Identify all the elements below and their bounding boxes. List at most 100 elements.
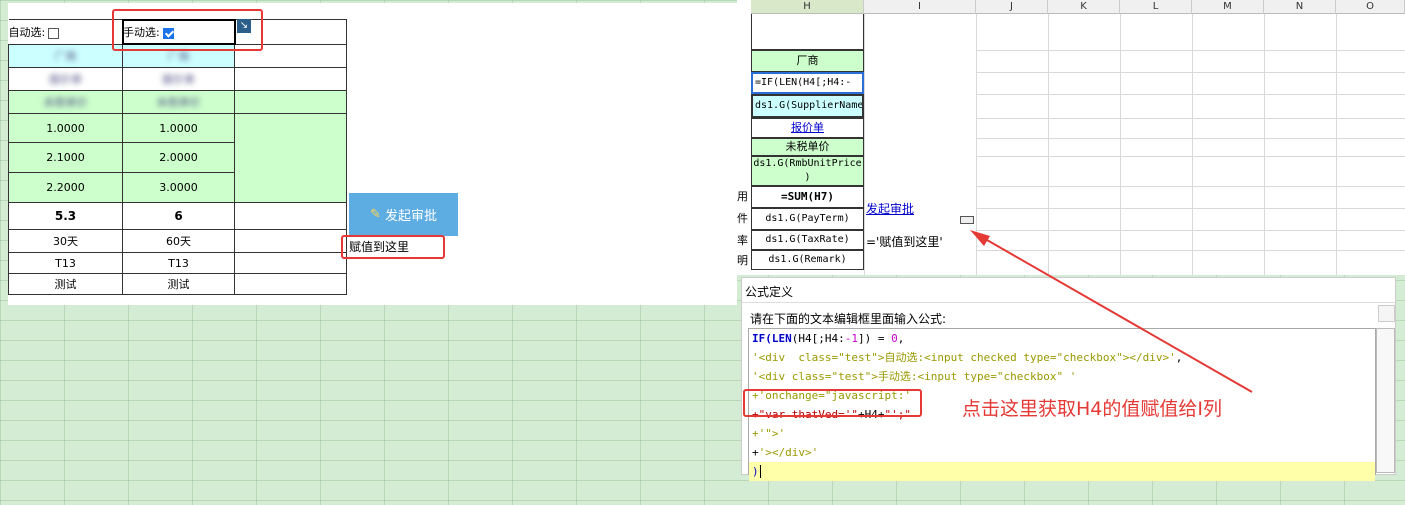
cell-formula-h4[interactable]: =IF(LEN(H4[;H4:- <box>751 72 864 94</box>
grid-line <box>976 50 1405 51</box>
code-line-2: '<div class="test">自动选:<input checked ty… <box>752 351 1183 364</box>
dialog-scroll-button[interactable] <box>1378 305 1395 322</box>
divider <box>742 302 1395 303</box>
total-cell: 5.3 <box>8 202 123 230</box>
launch-approval-label: 发起审批 <box>384 209 437 224</box>
dialog-title: 公式定义 <box>745 285 794 299</box>
rmb-unit-price-tail: ) <box>804 172 811 183</box>
row-label-fragment: 明 <box>737 254 748 267</box>
column-header-n[interactable]: N <box>1264 0 1336 14</box>
code-line-6: +'">' <box>752 427 786 440</box>
price-cell: 1.0000 <box>8 113 123 143</box>
row-label-fragment: 件 <box>737 212 748 225</box>
price-cell: 2.2000 <box>8 172 123 203</box>
assign-here-text: 赋值到这里 <box>349 240 410 254</box>
grid-line <box>976 14 977 275</box>
row-label-fragment: 率 <box>737 234 748 247</box>
blurred-text: 厂商 <box>167 50 190 63</box>
vendor-header-cell: 厂商 <box>8 44 123 68</box>
cell-sum-formula[interactable]: =SUM(H7) <box>751 186 864 208</box>
grid-line <box>976 230 1405 231</box>
quote-cell: 报价单 <box>122 67 235 91</box>
total-cell: 6 <box>122 202 235 230</box>
report-preview: 自动选: 手动选: 厂商 厂商 报价单 报价单 未税单价 未税单价 1.0000… <box>8 3 737 305</box>
column-header-i[interactable]: I <box>864 0 976 14</box>
grid-line <box>976 118 1405 119</box>
launch-approval-link[interactable]: 发起审批 <box>866 200 914 217</box>
grid-line <box>976 94 1405 95</box>
column-header-o[interactable]: O <box>1336 0 1405 14</box>
empty-cell <box>234 252 347 274</box>
cell-assign-formula[interactable]: ='赋值到这里' <box>866 233 943 250</box>
price-cell: 2.1000 <box>8 142 123 173</box>
pen-icon: ✎ <box>370 207 381 222</box>
tax-cell: T13 <box>122 252 235 274</box>
quote-cell: 报价单 <box>8 67 123 91</box>
cell-h2[interactable] <box>751 14 864 50</box>
highlight-thatved-line <box>743 389 922 417</box>
grid-line <box>976 186 1405 187</box>
pay-term-cell: 30天 <box>8 229 123 253</box>
cell-tax-rate[interactable]: ds1.G(TaxRate) <box>751 230 864 250</box>
cell-quote-link[interactable]: 报价单 <box>751 118 864 138</box>
empty-cell <box>234 273 347 295</box>
column-header-l[interactable]: L <box>1120 0 1192 14</box>
quote-link[interactable]: 报价单 <box>791 121 824 134</box>
column-header-m[interactable]: M <box>1192 0 1264 14</box>
grid-line <box>1336 14 1337 275</box>
code-line-7: +'></div>' <box>752 446 819 459</box>
auto-select-label: 自动选: <box>8 26 46 39</box>
auto-select-cell: 自动选: <box>8 19 123 45</box>
blurred-text: 未税单价 <box>156 96 201 109</box>
cell-supplier-name[interactable]: ds1.G(SupplierName <box>751 94 864 118</box>
dialog-instruction: 请在下面的文本编辑框里面输入公式: <box>750 312 947 326</box>
untaxed-price-cell: 未税单价 <box>8 90 123 114</box>
cell-pay-term[interactable]: ds1.G(PayTerm) <box>751 208 864 230</box>
code-line-1: IF(LEN(H4[;H4:-1]) = 0, <box>752 332 905 345</box>
text-cursor <box>759 465 761 478</box>
rmb-unit-price-text: ds1.G(RmbUnitPrice <box>753 158 862 169</box>
empty-cell <box>234 202 347 230</box>
assign-here-target: 赋值到这里 <box>341 235 445 259</box>
cell-resize-handle-icon[interactable] <box>960 216 974 224</box>
cell-vendor-label[interactable]: 厂商 <box>751 50 864 72</box>
empty-cell <box>234 113 347 203</box>
grid-line <box>976 138 1405 139</box>
spreadsheet-designer: H I J K L M N O 用 件 率 明 厂商 =IF(LEN(H4[;H… <box>737 0 1405 275</box>
grid-line <box>1264 14 1265 275</box>
empty-cell <box>234 229 347 253</box>
untaxed-price-cell: 未税单价 <box>122 90 235 114</box>
grid-line <box>976 208 1405 209</box>
grid-line <box>1048 14 1049 275</box>
auto-select-checkbox[interactable] <box>48 27 60 39</box>
grid-line <box>976 156 1405 157</box>
price-cell: 1.0000 <box>122 113 235 143</box>
blurred-text: 厂商 <box>54 50 77 63</box>
launch-approval-button[interactable]: ✎ 发起审批 <box>349 193 458 236</box>
expand-arrow-icon[interactable]: ↘ <box>237 19 251 33</box>
blurred-link[interactable]: 报价单 <box>162 73 195 86</box>
blurred-text: 未税单价 <box>43 96 88 109</box>
grid-line <box>1120 14 1121 275</box>
empty-cell <box>234 67 347 91</box>
preview-table: 自动选: 手动选: 厂商 厂商 报价单 报价单 未税单价 未税单价 1.0000… <box>8 19 347 295</box>
pay-term-cell: 60天 <box>122 229 235 253</box>
column-header-j[interactable]: J <box>976 0 1048 14</box>
annotation-text: 点击这里获取H4的值赋值给I列 <box>962 398 1222 420</box>
formula-dialog: 公式定义 请在下面的文本编辑框里面输入公式: IF(LEN(H4[;H4:-1]… <box>741 277 1396 481</box>
cell-remark[interactable]: ds1.G(Remark) <box>751 250 864 270</box>
column-header-k[interactable]: K <box>1048 0 1120 14</box>
code-line-8: ) <box>749 462 1375 481</box>
grid-line <box>976 250 1405 251</box>
row-label-fragment: 用 <box>737 190 748 203</box>
code-line-3: '<div class="test">手动选:<input type="chec… <box>752 370 1077 383</box>
price-cell: 3.0000 <box>122 172 235 203</box>
cell-untaxed-price[interactable]: 未税单价 <box>751 138 864 156</box>
column-header-h[interactable]: H <box>751 0 864 14</box>
cell-rmb-unit-price[interactable]: ds1.G(RmbUnitPrice ) <box>751 156 864 186</box>
tax-cell: T13 <box>8 252 123 274</box>
blurred-link[interactable]: 报价单 <box>49 73 82 86</box>
editor-scrollbar[interactable] <box>1376 328 1395 473</box>
grid-line <box>1192 14 1193 275</box>
grid-line <box>864 14 865 275</box>
